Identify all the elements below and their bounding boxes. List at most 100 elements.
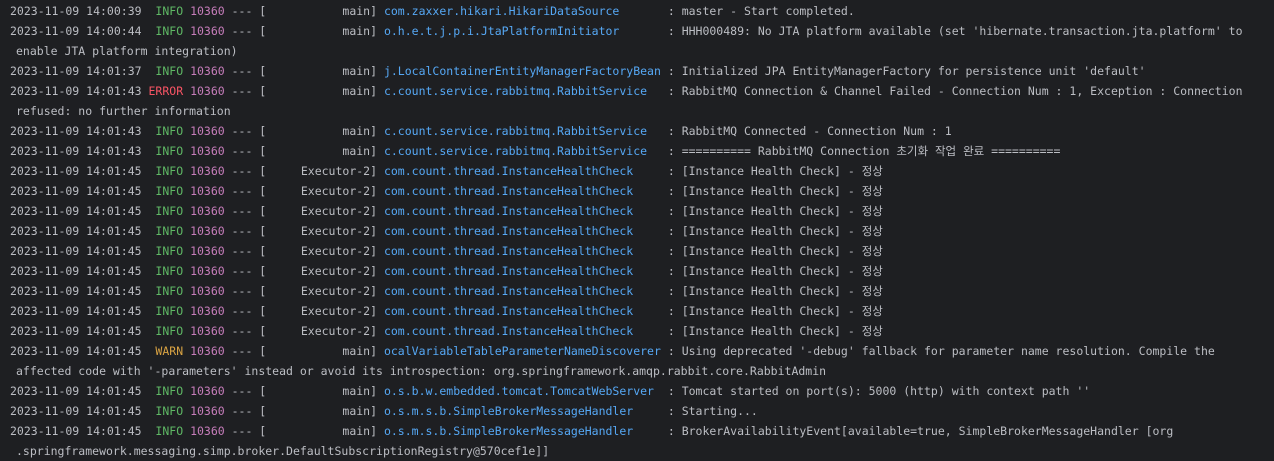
log-separator: --- [ <box>224 84 267 98</box>
log-line: 2023-11-09 14:01:43 INFO 10360 --- [ mai… <box>0 121 1274 141</box>
log-pid: 10360 <box>190 84 225 98</box>
log-level: INFO <box>155 244 184 258</box>
log-timestamp: 2023-11-09 14:01:45 <box>10 284 142 298</box>
log-logger[interactable]: c.count.service.rabbitmq.RabbitService <box>384 124 661 138</box>
log-line: 2023-11-09 14:01:45 INFO 10360 --- [ Exe… <box>0 321 1274 341</box>
log-logger[interactable]: o.s.b.w.embedded.tomcat.TomcatWebServer <box>384 384 661 398</box>
log-line: 2023-11-09 14:01:37 INFO 10360 --- [ mai… <box>0 61 1274 81</box>
log-level: INFO <box>155 404 184 418</box>
log-separator: : <box>660 384 682 398</box>
log-logger[interactable]: ocalVariableTableParameterNameDiscoverer <box>384 344 661 358</box>
log-logger[interactable]: c.count.service.rabbitmq.RabbitService <box>384 84 661 98</box>
log-pid: 10360 <box>190 4 225 18</box>
log-line: 2023-11-09 14:01:45 INFO 10360 --- [ Exe… <box>0 301 1274 321</box>
log-logger[interactable]: com.zaxxer.hikari.HikariDataSource <box>384 4 661 18</box>
log-logger[interactable]: o.s.m.s.b.SimpleBrokerMessageHandler <box>384 404 661 418</box>
log-separator: --- [ <box>224 204 267 218</box>
console-output[interactable]: 2023-11-09 14:00:39 INFO 10360 --- [ mai… <box>0 0 1274 458</box>
log-logger[interactable]: com.count.thread.InstanceHealthCheck <box>384 184 661 198</box>
log-separator: ] <box>370 424 384 438</box>
log-level: WARN <box>155 344 184 358</box>
log-timestamp: 2023-11-09 14:01:45 <box>10 224 142 238</box>
log-message: [Instance Health Check] - 정상 <box>681 304 883 318</box>
log-line: 2023-11-09 14:01:45 INFO 10360 --- [ Exe… <box>0 241 1274 261</box>
log-separator: --- [ <box>224 64 267 78</box>
log-thread: Executor-2 <box>266 304 371 318</box>
log-timestamp: 2023-11-09 14:01:45 <box>10 324 142 338</box>
log-level: INFO <box>155 284 184 298</box>
log-message: Tomcat started on port(s): 5000 (http) w… <box>681 384 1091 398</box>
log-message: HHH000489: No JTA platform available (se… <box>681 24 1243 38</box>
log-line: 2023-11-09 14:01:45 INFO 10360 --- [ Exe… <box>0 261 1274 281</box>
log-separator: ] <box>370 124 384 138</box>
log-logger[interactable]: c.count.service.rabbitmq.RabbitService <box>384 144 661 158</box>
log-separator: --- [ <box>224 224 267 238</box>
log-thread: Executor-2 <box>266 264 371 278</box>
log-separator: ] <box>370 304 384 318</box>
log-line: 2023-11-09 14:01:45 INFO 10360 --- [ mai… <box>0 401 1274 421</box>
log-separator: ] <box>370 384 384 398</box>
log-logger[interactable]: o.h.e.t.j.p.i.JtaPlatformInitiator <box>384 24 661 38</box>
log-separator: ] <box>370 164 384 178</box>
log-separator: : <box>660 204 682 218</box>
log-level: INFO <box>155 164 184 178</box>
log-message: RabbitMQ Connection & Channel Failed - C… <box>681 84 1243 98</box>
log-thread: Executor-2 <box>266 224 371 238</box>
log-timestamp: 2023-11-09 14:01:43 <box>10 124 142 138</box>
log-separator: ] <box>370 4 384 18</box>
log-thread: Executor-2 <box>266 184 371 198</box>
log-message: BrokerAvailabilityEvent[available=true, … <box>681 424 1174 438</box>
log-level: INFO <box>155 64 184 78</box>
log-separator: ] <box>370 204 384 218</box>
log-logger[interactable]: com.count.thread.InstanceHealthCheck <box>384 224 661 238</box>
log-line: 2023-11-09 14:00:39 INFO 10360 --- [ mai… <box>0 1 1274 21</box>
log-level: INFO <box>155 304 184 318</box>
log-line: 2023-11-09 14:01:45 INFO 10360 --- [ Exe… <box>0 161 1274 181</box>
log-line: 2023-11-09 14:01:43 ERROR 10360 --- [ ma… <box>0 81 1274 101</box>
log-logger[interactable]: j.LocalContainerEntityManagerFactoryBean <box>384 64 661 78</box>
log-separator: : <box>660 424 682 438</box>
log-logger[interactable]: com.count.thread.InstanceHealthCheck <box>384 164 661 178</box>
log-separator: --- [ <box>224 244 267 258</box>
log-thread: main <box>266 144 371 158</box>
log-message: [Instance Health Check] - 정상 <box>681 324 883 338</box>
log-line-continuation: refused: no further information <box>16 104 231 118</box>
log-timestamp: 2023-11-09 14:01:37 <box>10 64 142 78</box>
log-logger[interactable]: com.count.thread.InstanceHealthCheck <box>384 244 661 258</box>
log-timestamp: 2023-11-09 14:01:45 <box>10 204 142 218</box>
log-separator: : <box>660 284 682 298</box>
log-timestamp: 2023-11-09 14:01:45 <box>10 304 142 318</box>
log-separator: ] <box>370 244 384 258</box>
log-separator: : <box>660 24 682 38</box>
log-level: INFO <box>155 124 184 138</box>
log-thread: main <box>266 404 371 418</box>
log-line: 2023-11-09 14:01:43 INFO 10360 --- [ mai… <box>0 141 1274 161</box>
log-pid: 10360 <box>190 384 225 398</box>
log-logger[interactable]: o.s.m.s.b.SimpleBrokerMessageHandler <box>384 424 661 438</box>
log-separator: : <box>660 224 682 238</box>
log-message: [Instance Health Check] - 정상 <box>681 264 883 278</box>
log-logger[interactable]: com.count.thread.InstanceHealthCheck <box>384 304 661 318</box>
log-separator: --- [ <box>224 304 267 318</box>
log-logger[interactable]: com.count.thread.InstanceHealthCheck <box>384 204 661 218</box>
log-pid: 10360 <box>190 224 225 238</box>
log-pid: 10360 <box>190 244 225 258</box>
log-separator: : <box>660 304 682 318</box>
log-thread: main <box>266 64 371 78</box>
log-logger[interactable]: com.count.thread.InstanceHealthCheck <box>384 264 661 278</box>
log-separator: --- [ <box>224 284 267 298</box>
log-logger[interactable]: com.count.thread.InstanceHealthCheck <box>384 284 661 298</box>
log-separator: : <box>660 64 682 78</box>
log-pid: 10360 <box>190 184 225 198</box>
log-logger[interactable]: com.count.thread.InstanceHealthCheck <box>384 324 661 338</box>
log-timestamp: 2023-11-09 14:01:45 <box>10 184 142 198</box>
log-level: INFO <box>155 204 184 218</box>
log-thread: main <box>266 84 371 98</box>
log-pid: 10360 <box>190 64 225 78</box>
log-pid: 10360 <box>190 344 225 358</box>
log-thread: Executor-2 <box>266 284 371 298</box>
log-message: [Instance Health Check] - 정상 <box>681 204 883 218</box>
log-message: [Instance Health Check] - 정상 <box>681 224 883 238</box>
log-level: ERROR <box>148 84 184 98</box>
log-separator: ] <box>370 144 384 158</box>
